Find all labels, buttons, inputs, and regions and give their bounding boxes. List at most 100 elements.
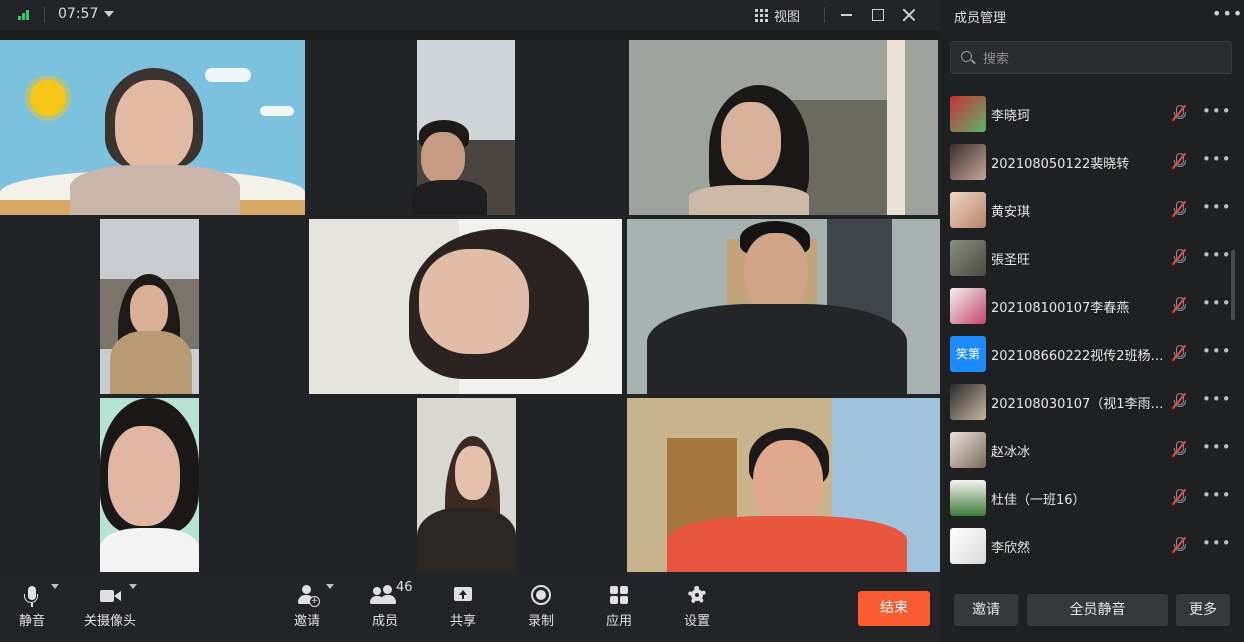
video-tile[interactable] xyxy=(309,219,622,394)
members-panel: 成员管理 ••• 李晓珂 ••• 202108050122裴晓转 ••• 黄安琪… xyxy=(940,0,1244,642)
view-button[interactable]: 视图 xyxy=(755,5,800,25)
member-row[interactable]: 李晓珂 ••• xyxy=(940,90,1234,138)
member-more-icon[interactable]: ••• xyxy=(1202,102,1232,120)
member-row[interactable]: 202108100107李春燕 ••• xyxy=(940,282,1234,330)
top-bar: 07:57 视图 xyxy=(0,0,940,30)
member-more-icon[interactable]: ••• xyxy=(1202,438,1232,456)
members-button[interactable]: 46 成员 xyxy=(355,580,415,634)
member-name: 李晓珂 xyxy=(991,109,1031,124)
member-name: 杜佳（一班16） xyxy=(991,493,1086,508)
search-input[interactable] xyxy=(981,48,1225,70)
more-options-button[interactable]: 更多 xyxy=(1176,594,1230,626)
avatar xyxy=(950,192,986,228)
member-more-icon[interactable]: ••• xyxy=(1202,294,1232,312)
divider xyxy=(44,7,45,23)
invite-options-dropdown[interactable] xyxy=(326,584,334,589)
member-row[interactable]: 杜佳（一班16） ••• xyxy=(940,474,1234,522)
member-more-icon[interactable]: ••• xyxy=(1202,486,1232,504)
mute-label: 静音 xyxy=(18,614,45,629)
mic-muted-icon[interactable] xyxy=(1171,488,1188,507)
close-button[interactable] xyxy=(899,5,919,25)
camera-label: 关摄像头 xyxy=(83,614,136,629)
member-row[interactable]: 李欣然 ••• xyxy=(940,522,1234,570)
network-signal-icon xyxy=(18,10,32,20)
member-more-icon[interactable]: ••• xyxy=(1202,390,1232,408)
invite-members-button[interactable]: 邀请 xyxy=(954,594,1018,626)
grid-view-icon xyxy=(755,8,768,22)
mic-muted-icon[interactable] xyxy=(1171,536,1188,555)
mute-button[interactable]: 静音 xyxy=(2,582,62,634)
avatar xyxy=(950,432,986,468)
end-meeting-button[interactable]: 结束 xyxy=(858,591,930,626)
minimize-button[interactable] xyxy=(836,5,856,25)
member-name: 202108660222视传2班杨笑第 xyxy=(991,349,1171,364)
meeting-duration: 07:57 xyxy=(58,6,99,22)
member-name: 202108100107李春燕 xyxy=(991,301,1130,316)
avatar xyxy=(950,384,986,420)
member-more-icon[interactable]: ••• xyxy=(1202,534,1232,552)
mic-muted-icon[interactable] xyxy=(1171,152,1188,171)
share-label: 共享 xyxy=(449,614,476,629)
member-row[interactable]: 張圣旺 ••• xyxy=(940,234,1234,282)
mic-muted-icon[interactable] xyxy=(1171,248,1188,267)
member-more-icon[interactable]: ••• xyxy=(1202,342,1232,360)
member-row[interactable]: 黄安琪 ••• xyxy=(940,186,1234,234)
mic-muted-icon[interactable] xyxy=(1171,440,1188,459)
maximize-button[interactable] xyxy=(868,5,888,25)
member-name: 黄安琪 xyxy=(991,205,1031,220)
video-tile[interactable] xyxy=(0,219,305,394)
mic-muted-icon[interactable] xyxy=(1171,392,1188,411)
avatar xyxy=(950,288,986,324)
member-row[interactable]: 赵冰冰 ••• xyxy=(940,426,1234,474)
panel-more-icon[interactable]: ••• xyxy=(1212,4,1243,23)
invite-button[interactable]: + 邀请 xyxy=(277,582,337,634)
member-list-scrollbar[interactable] xyxy=(1231,250,1235,320)
member-more-icon[interactable]: ••• xyxy=(1202,246,1232,264)
settings-button[interactable]: 设置 xyxy=(667,582,727,634)
audio-options-dropdown[interactable] xyxy=(51,584,59,589)
mic-muted-icon[interactable] xyxy=(1171,344,1188,363)
members-count: 46 xyxy=(396,580,413,595)
member-name: 李欣然 xyxy=(991,541,1031,556)
video-tile[interactable] xyxy=(309,398,627,572)
video-options-dropdown[interactable] xyxy=(129,584,137,589)
settings-label: 设置 xyxy=(683,614,710,629)
member-more-icon[interactable]: ••• xyxy=(1202,150,1232,168)
member-row[interactable]: 202108030107（视1李雨蒙… ••• xyxy=(940,378,1234,426)
apps-button[interactable]: 应用 xyxy=(589,582,649,634)
video-tile[interactable] xyxy=(627,398,940,572)
share-button[interactable]: 共享 xyxy=(433,582,493,634)
video-tile[interactable] xyxy=(0,40,305,215)
avatar xyxy=(950,144,986,180)
video-tile[interactable] xyxy=(627,219,940,394)
avatar xyxy=(950,528,986,564)
member-more-icon[interactable]: ••• xyxy=(1202,198,1232,216)
panel-title: 成员管理 xyxy=(954,11,1007,26)
member-name: 202108030107（视1李雨蒙… xyxy=(991,397,1171,412)
bottom-toolbar: 静音 关摄像头 + 邀请 46 成员 共享 录制 应用 设置 xyxy=(0,572,940,642)
member-row[interactable]: 202108050122裴晓转 ••• xyxy=(940,138,1234,186)
stop-camera-button[interactable]: 关摄像头 xyxy=(80,582,140,634)
member-search[interactable] xyxy=(950,41,1232,74)
video-tile[interactable] xyxy=(629,40,938,215)
apps-grid-icon xyxy=(589,582,649,608)
divider xyxy=(824,7,825,23)
mic-muted-icon[interactable] xyxy=(1171,200,1188,219)
record-button[interactable]: 录制 xyxy=(511,582,571,634)
member-row[interactable]: 笑第 202108660222视传2班杨笑第 ••• xyxy=(940,330,1234,378)
record-icon xyxy=(511,582,571,608)
avatar xyxy=(950,240,986,276)
member-name: 202108050122裴晓转 xyxy=(991,157,1130,172)
video-tile[interactable] xyxy=(0,398,305,572)
video-tile[interactable] xyxy=(309,40,627,215)
avatar: 笑第 xyxy=(950,336,986,372)
mic-muted-icon[interactable] xyxy=(1171,296,1188,315)
maximize-icon xyxy=(872,9,884,21)
avatar xyxy=(950,96,986,132)
member-name: 赵冰冰 xyxy=(991,445,1031,460)
mute-all-button[interactable]: 全员静音 xyxy=(1027,594,1168,626)
view-label: 视图 xyxy=(774,9,801,25)
mic-muted-icon[interactable] xyxy=(1171,104,1188,123)
meeting-info-dropdown[interactable] xyxy=(104,11,114,17)
member-name: 張圣旺 xyxy=(991,253,1031,268)
